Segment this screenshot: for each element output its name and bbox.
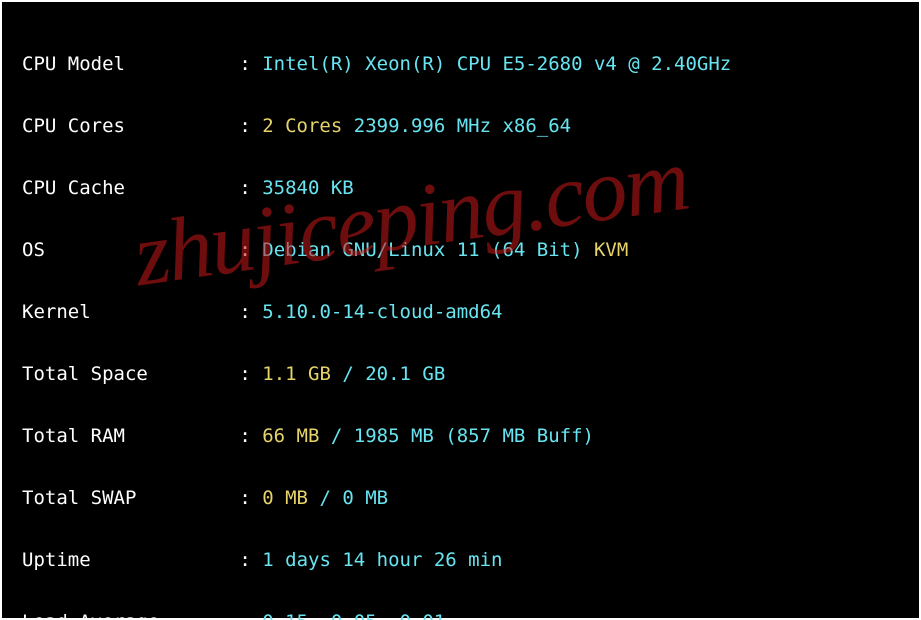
row-total-swap: Total SWAP : 0 MB / 0 MB [22,483,899,514]
label-total-ram: Total RAM [22,425,125,447]
label-load-avg: Load Average [22,611,159,620]
value-load-avg: 0.15, 0.05, 0.01 [262,611,445,620]
value-os-name: Debian GNU/Linux 11 (64 Bit) [262,239,594,261]
terminal-output: CPU Model : Intel(R) Xeon(R) CPU E5-2680… [0,0,921,620]
row-cpu-model: CPU Model : Intel(R) Xeon(R) CPU E5-2680… [22,49,899,80]
value-cpu-model: Intel(R) Xeon(R) CPU E5-2680 v4 @ 2.40GH… [262,53,731,75]
value-uptime: 1 days 14 hour 26 min [262,549,502,571]
value-space-total: 20.1 GB [365,363,445,385]
row-uptime: Uptime : 1 days 14 hour 26 min [22,545,899,576]
row-cpu-cache: CPU Cache : 35840 KB [22,173,899,204]
label-kernel: Kernel [22,301,91,323]
value-space-used: 1.1 GB [262,363,331,385]
label-total-space: Total Space [22,363,148,385]
value-swap-total: 0 MB [342,487,388,509]
row-total-ram: Total RAM : 66 MB / 1985 MB (857 MB Buff… [22,421,899,452]
value-ram-total: 1985 MB [354,425,434,447]
label-total-swap: Total SWAP [22,487,136,509]
value-ram-used: 66 MB [262,425,319,447]
row-os: OS : Debian GNU/Linux 11 (64 Bit) KVM [22,235,899,266]
label-cpu-model: CPU Model [22,53,125,75]
value-cpu-cache: 35840 KB [262,177,354,199]
value-kernel: 5.10.0-14-cloud-amd64 [262,301,502,323]
value-ram-buff: (857 MB Buff) [434,425,594,447]
row-load-avg: Load Average : 0.15, 0.05, 0.01 [22,607,899,620]
value-cpu-cores-freq: 2399.996 MHz x86_64 [342,115,571,137]
label-cpu-cores: CPU Cores [22,115,125,137]
value-cpu-cores-count: 2 Cores [262,115,342,137]
label-uptime: Uptime [22,549,91,571]
row-total-space: Total Space : 1.1 GB / 20.1 GB [22,359,899,390]
row-cpu-cores: CPU Cores : 2 Cores 2399.996 MHz x86_64 [22,111,899,142]
label-cpu-cache: CPU Cache [22,177,125,199]
value-swap-used: 0 MB [262,487,308,509]
value-os-virt: KVM [594,239,628,261]
label-os: OS [22,239,45,261]
row-kernel: Kernel : 5.10.0-14-cloud-amd64 [22,297,899,328]
